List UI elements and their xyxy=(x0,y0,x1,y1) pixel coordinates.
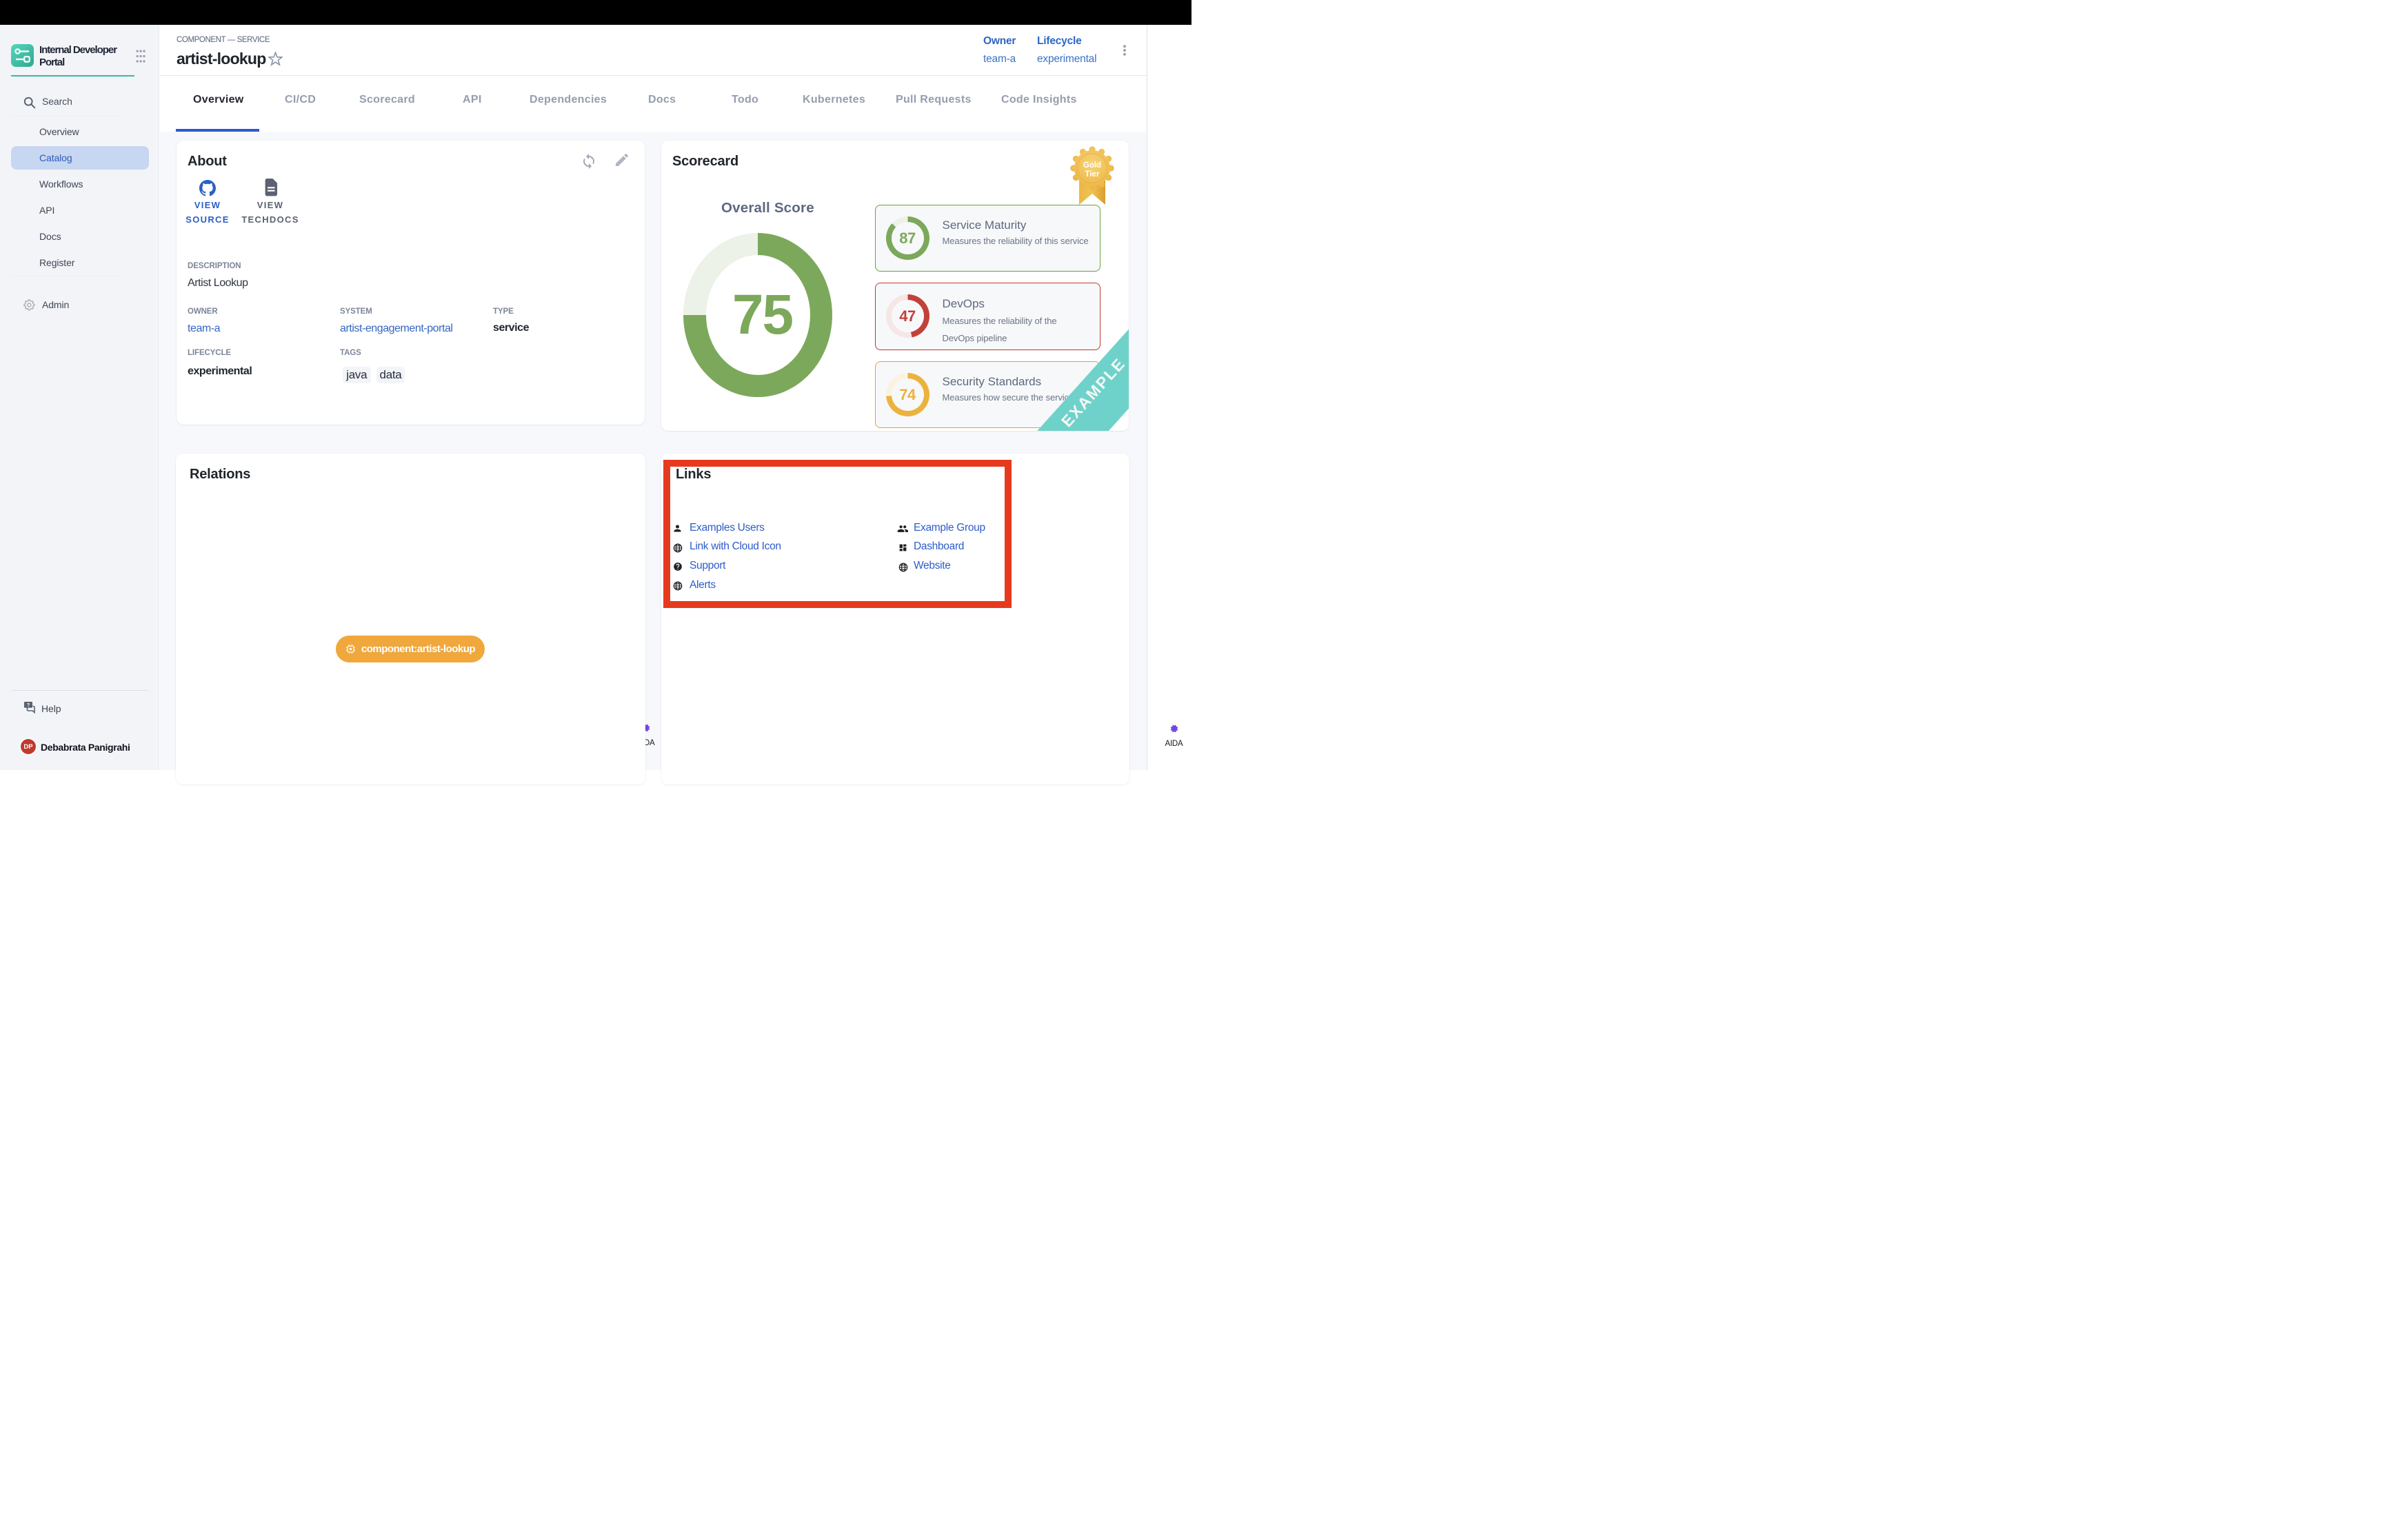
svg-text:?: ? xyxy=(27,702,30,708)
svg-text:Tier: Tier xyxy=(1085,170,1100,179)
svg-text:Gold: Gold xyxy=(1083,161,1101,170)
